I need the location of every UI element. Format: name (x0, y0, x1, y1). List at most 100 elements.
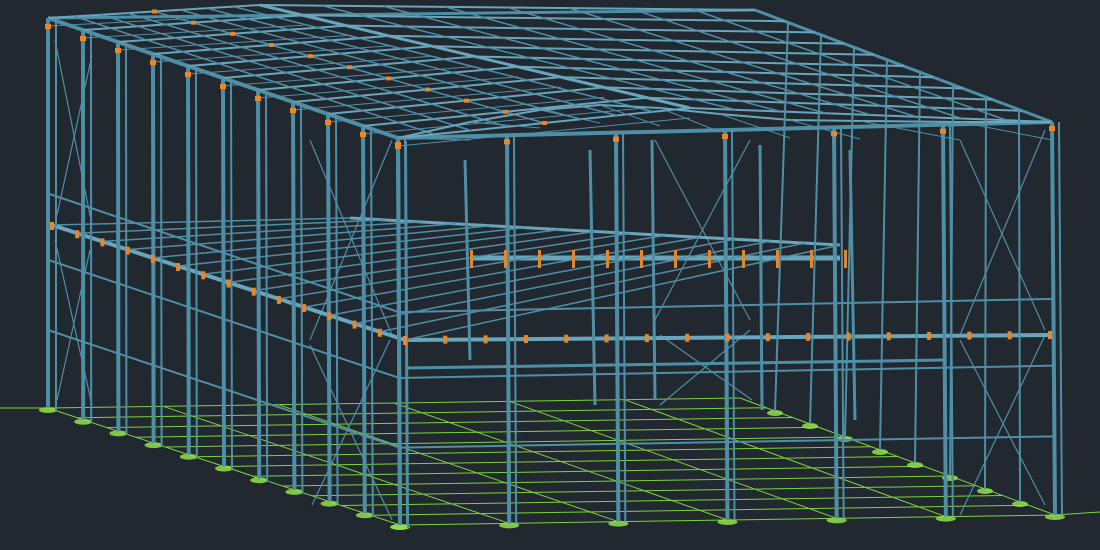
column (1018, 109, 1021, 503)
connection-plate (150, 60, 156, 65)
column (160, 56, 163, 447)
column (914, 72, 921, 464)
connection-plate (504, 139, 510, 145)
column (1058, 121, 1063, 516)
column (848, 149, 857, 421)
cross-brace (959, 129, 1046, 336)
connection-plate (542, 121, 547, 125)
connection-plate (325, 120, 331, 125)
connection-plate (220, 84, 226, 89)
connection-plate (352, 320, 357, 329)
column (186, 65, 191, 455)
connection-plate (523, 335, 528, 344)
connection-plate (776, 250, 779, 268)
column (151, 53, 156, 444)
column (832, 127, 839, 519)
connection-plate (604, 334, 609, 343)
connection-plate (886, 332, 891, 341)
connection-plate (395, 142, 401, 147)
connection-plate (967, 331, 972, 340)
column (723, 129, 730, 521)
truss-chord (719, 113, 791, 121)
column (326, 113, 332, 502)
connection-plate (191, 20, 196, 25)
connection-plate (940, 128, 946, 134)
tie-beam (404, 358, 946, 370)
column (840, 127, 845, 519)
connection-plate (464, 98, 469, 103)
column (265, 92, 269, 482)
column (396, 137, 402, 526)
connection-plate (255, 96, 261, 101)
column (941, 124, 948, 517)
column (1050, 121, 1057, 516)
connection-plate (503, 109, 508, 114)
connection-plate (640, 250, 643, 268)
mezzanine-layer (51, 216, 1051, 370)
connection-plate (722, 134, 728, 139)
connection-plate (685, 333, 690, 342)
connection-plate (708, 250, 711, 268)
purlin (692, 8, 1007, 121)
cad-viewport[interactable] (0, 0, 1100, 550)
connection-plate (377, 328, 382, 337)
connection-plate (606, 250, 609, 268)
connection-plate (45, 24, 51, 29)
connection-plate (276, 295, 281, 304)
connection-plate (347, 65, 352, 70)
connection-plate (470, 250, 473, 268)
connection-plate (302, 304, 307, 313)
connection-plate (230, 31, 235, 36)
joist (354, 240, 771, 325)
connection-plate (1049, 126, 1055, 131)
foundation-grid-layer (0, 397, 1100, 530)
connection-plate (810, 250, 813, 268)
connection-plate (269, 42, 274, 47)
connection-plate (251, 287, 256, 296)
connection-plate (742, 250, 745, 268)
connection-plate (483, 335, 488, 344)
connection-plate (80, 36, 86, 41)
cross-brace (659, 329, 751, 406)
connection-plate (613, 136, 619, 142)
connection-plate (443, 335, 448, 344)
connection-plate (425, 87, 430, 92)
connection-plate (201, 271, 206, 280)
connection-plate (150, 254, 155, 263)
connection-plate (50, 222, 54, 230)
column (505, 135, 512, 524)
column (256, 89, 262, 479)
cross-brace (659, 334, 753, 401)
column (774, 22, 789, 412)
connection-plate (831, 131, 837, 137)
connection-plate (1007, 331, 1012, 340)
connection-plate (564, 334, 569, 343)
connection-plate (152, 9, 157, 14)
column (614, 132, 621, 522)
connection-plate (572, 250, 575, 268)
steel-frame-3d-model (0, 3, 1100, 530)
connection-plate (386, 76, 391, 81)
cross-brace (959, 334, 1046, 516)
connection-plate (115, 48, 121, 53)
connection-plate (846, 332, 851, 341)
column (513, 135, 518, 524)
column (221, 77, 226, 467)
column (588, 149, 597, 406)
column (361, 125, 367, 514)
column (230, 80, 233, 470)
column (622, 132, 627, 522)
connection-plate (644, 334, 649, 343)
column (879, 59, 888, 451)
connection-plate (504, 250, 507, 268)
column (335, 116, 339, 505)
column (463, 159, 472, 361)
connection-plate (226, 279, 231, 288)
column (731, 129, 736, 521)
purlin (100, 14, 472, 132)
connection-plate (125, 246, 130, 255)
cross-brace (959, 139, 1046, 331)
connection-plate (360, 132, 366, 137)
connection-plate (538, 250, 541, 268)
connection-plate (100, 238, 105, 247)
